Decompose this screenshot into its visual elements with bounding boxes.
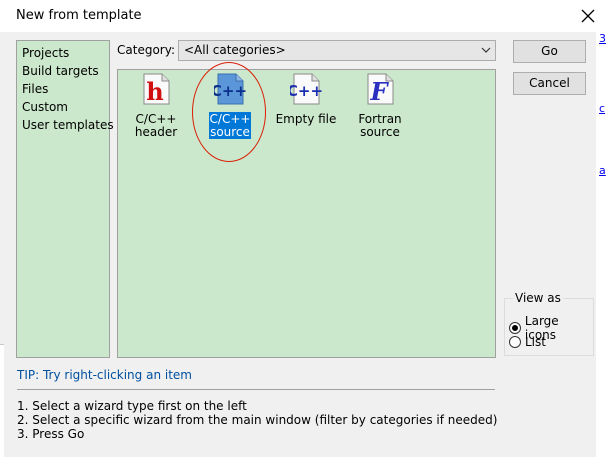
- cancel-button[interactable]: Cancel: [513, 72, 586, 95]
- category-dropdown[interactable]: <All categories>: [178, 40, 496, 61]
- empty-file-icon: C++: [290, 73, 322, 105]
- radio-unchecked-icon[interactable]: [509, 336, 521, 348]
- annotation-circle: [192, 62, 266, 162]
- template-label: C/C++ header: [134, 112, 178, 139]
- title-bar: New from template: [0, 0, 611, 32]
- template-label: Fortran source: [358, 112, 402, 139]
- instruction-step: 2. Select a specific wizard from the mai…: [17, 413, 498, 427]
- background-window-edge: 3 c a: [596, 32, 611, 457]
- wizard-type-build-targets[interactable]: Build targets: [22, 64, 99, 78]
- instruction-step: 3. Press Go: [17, 427, 85, 441]
- wizard-type-user-templates[interactable]: User templates: [22, 118, 114, 132]
- window-title: New from template: [16, 8, 142, 23]
- close-icon: [581, 9, 595, 23]
- view-list-option[interactable]: List: [509, 335, 546, 349]
- view-as-legend: View as: [513, 291, 563, 305]
- wizard-type-list[interactable]: Projects Build targets Files Custom User…: [16, 40, 114, 358]
- background-link: c: [599, 102, 606, 115]
- background-link: 3: [599, 32, 606, 45]
- instructions: 1. Select a wizard type first on the lef…: [17, 399, 497, 441]
- radio-checked-icon[interactable]: [509, 322, 521, 334]
- svg-text:C++: C++: [290, 82, 322, 100]
- cpp-header-icon: h: [143, 73, 170, 105]
- wizard-type-projects[interactable]: Projects: [22, 46, 69, 60]
- fortran-source-icon: F: [367, 73, 394, 105]
- tip-text: TIP: Try right-clicking an item: [17, 368, 192, 382]
- template-empty-file[interactable]: C++ Empty file: [270, 73, 342, 143]
- background-link: a: [599, 164, 606, 177]
- wizard-type-custom[interactable]: Custom: [22, 100, 68, 114]
- separator: [17, 389, 495, 390]
- category-selected-value: <All categories>: [184, 43, 286, 57]
- category-label: Category:: [117, 43, 175, 57]
- template-label: Empty file: [275, 112, 337, 126]
- close-button[interactable]: [572, 2, 604, 30]
- radio-label: List: [525, 335, 546, 349]
- template-list[interactable]: h C/C++ header C++ C/C++ source C++ Empt…: [117, 69, 496, 358]
- chevron-down-icon: [481, 47, 491, 53]
- wizard-type-files[interactable]: Files: [22, 82, 48, 96]
- view-as-group: View as Large icons List: [504, 291, 594, 356]
- instruction-step: 1. Select a wizard type first on the lef…: [17, 399, 247, 413]
- svg-text:F: F: [369, 77, 389, 105]
- template-fortran-source[interactable]: F Fortran source: [344, 73, 416, 143]
- go-button[interactable]: Go: [513, 40, 586, 63]
- template-cpp-header[interactable]: h C/C++ header: [120, 73, 192, 143]
- svg-text:h: h: [146, 77, 163, 105]
- background-window-edge-left: [0, 344, 4, 458]
